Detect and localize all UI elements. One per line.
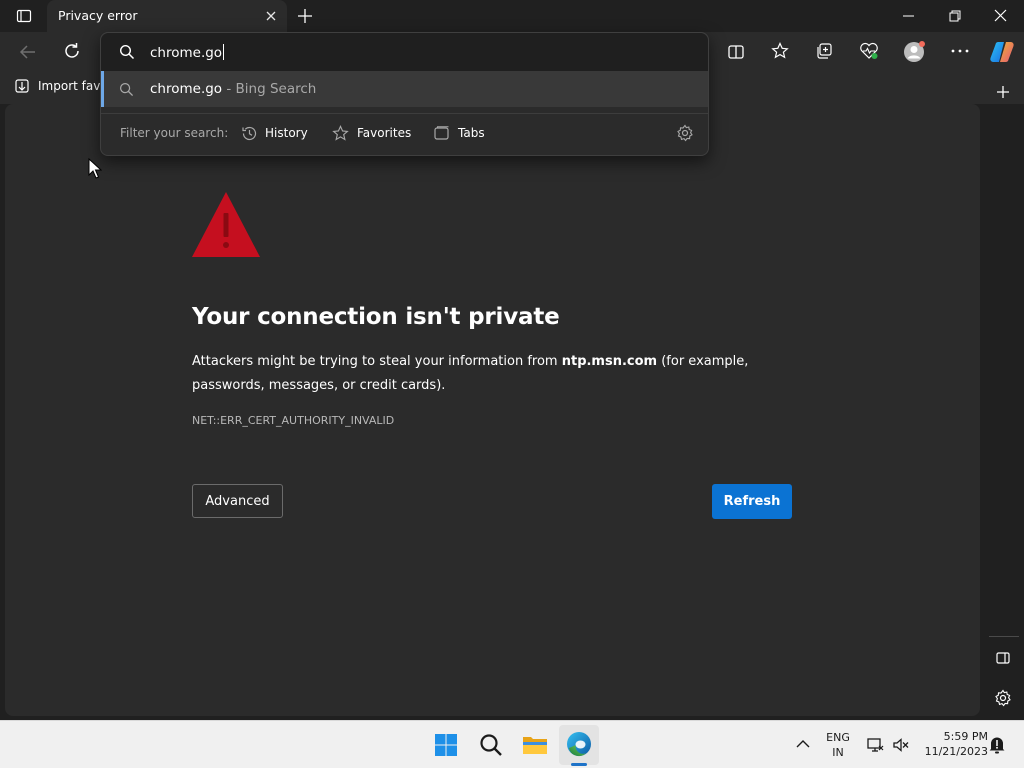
clock[interactable]: 5:59 PM 11/21/2023: [920, 729, 988, 759]
clock-date: 11/21/2023: [924, 745, 988, 758]
close-window-icon[interactable]: [994, 9, 1007, 22]
mouse-cursor: [88, 158, 102, 180]
filter-history[interactable]: History: [265, 126, 308, 140]
sidebar-divider: [989, 636, 1019, 637]
tabs-icon: [433, 125, 450, 142]
text-caret: [223, 44, 225, 60]
error-heading: Your connection isn't private: [192, 304, 560, 330]
error-description: Attackers might be trying to steal your …: [192, 350, 792, 398]
copilot-icon[interactable]: [989, 40, 1015, 64]
volume-muted-icon[interactable]: [892, 736, 910, 754]
filter-favorites[interactable]: Favorites: [357, 126, 411, 140]
search-icon[interactable]: [479, 733, 503, 757]
hide-sidebar-icon[interactable]: [995, 650, 1011, 666]
collections-icon[interactable]: [815, 42, 833, 60]
filter-label: Filter your search:: [120, 126, 229, 140]
edge-active-indicator: [571, 763, 587, 766]
more-options-icon[interactable]: [951, 49, 969, 53]
import-favorites-label[interactable]: Import favo: [38, 79, 108, 93]
suggestion-text[interactable]: chrome.go - Bing Search: [150, 81, 316, 97]
browser-essentials-icon[interactable]: [859, 42, 879, 60]
add-sidebar-icon[interactable]: [995, 84, 1011, 100]
clock-time: 5:59 PM: [943, 730, 988, 743]
address-input-value[interactable]: chrome.go: [150, 45, 222, 61]
split-screen-icon[interactable]: [727, 43, 745, 61]
address-bar-dropdown: chrome.go chrome.go - Bing Search Filter…: [100, 32, 709, 156]
import-favorites-icon[interactable]: [14, 78, 30, 94]
star-icon: [332, 125, 349, 142]
history-icon: [241, 125, 258, 142]
suggestion-query: chrome.go: [150, 81, 223, 97]
back-icon[interactable]: [19, 43, 37, 61]
minimize-icon[interactable]: [903, 15, 915, 17]
network-icon[interactable]: [866, 736, 884, 754]
search-icon: [119, 44, 135, 60]
language-indicator[interactable]: ENG IN: [822, 730, 854, 760]
sidebar: [983, 86, 1024, 720]
suggestion-source: - Bing Search: [222, 81, 317, 97]
advanced-button[interactable]: Advanced: [192, 484, 283, 518]
file-explorer-icon[interactable]: [522, 733, 548, 757]
profile-avatar[interactable]: [903, 40, 927, 64]
language-code: ENG: [826, 731, 850, 744]
notifications-icon[interactable]: [988, 735, 1006, 755]
edge-icon[interactable]: [566, 731, 592, 757]
error-page: [5, 104, 980, 716]
dropdown-divider: [101, 113, 708, 114]
language-region: IN: [832, 746, 844, 759]
tab-title: Privacy error: [58, 8, 138, 23]
tab-actions-icon[interactable]: [16, 8, 32, 24]
search-settings-icon[interactable]: [676, 124, 694, 142]
favorites-icon[interactable]: [771, 42, 789, 60]
title-bar: Privacy error: [0, 0, 1024, 32]
windows-start-icon[interactable]: [434, 733, 458, 757]
refresh-button[interactable]: Refresh: [712, 484, 792, 519]
error-domain: ntp.msn.com: [561, 354, 658, 369]
warning-triangle-icon: [191, 191, 261, 258]
error-code: NET::ERR_CERT_AUTHORITY_INVALID: [192, 414, 395, 427]
tab-close-icon[interactable]: [265, 10, 277, 22]
refresh-icon[interactable]: [63, 42, 81, 60]
error-description-prefix: Attackers might be trying to steal your …: [192, 354, 562, 369]
new-tab-icon[interactable]: [297, 8, 313, 24]
suggestion-selected-indicator: [101, 71, 104, 107]
taskbar: ENG IN 5:59 PM 11/21/2023: [0, 720, 1024, 768]
suggestion-search-icon: [119, 82, 134, 97]
restore-icon[interactable]: [949, 10, 961, 22]
customize-sidebar-icon[interactable]: [994, 689, 1012, 707]
filter-tabs[interactable]: Tabs: [458, 126, 485, 140]
show-hidden-icons-icon[interactable]: [796, 739, 810, 749]
address-input[interactable]: chrome.go: [150, 44, 225, 61]
